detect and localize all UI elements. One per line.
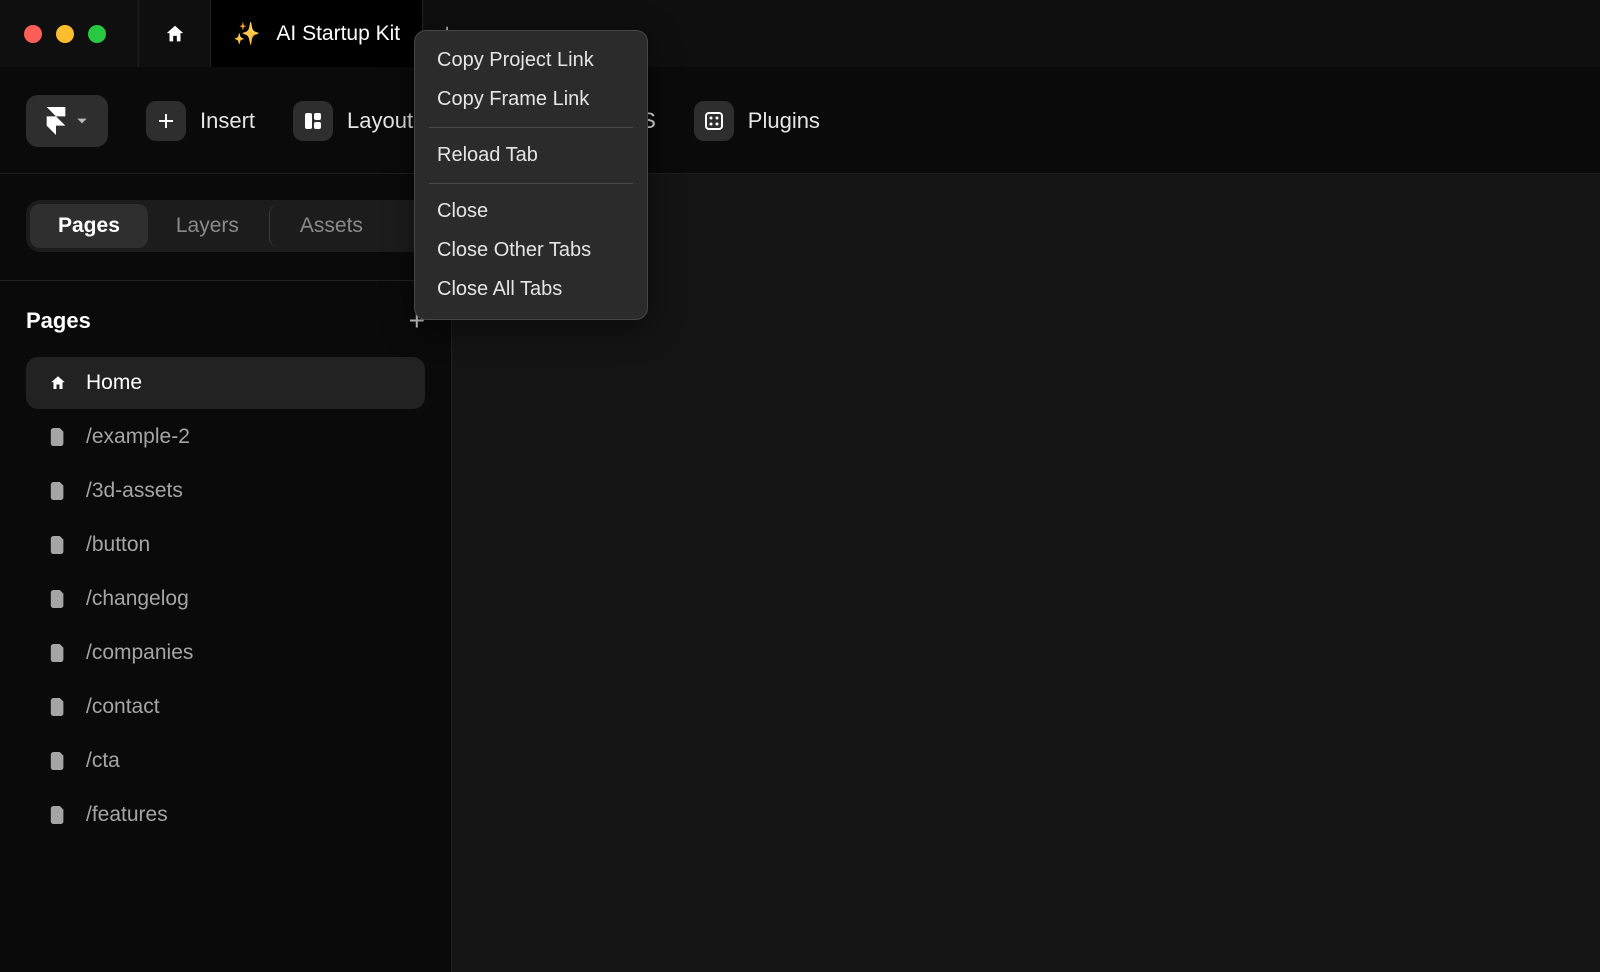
window-maximize-button[interactable] (88, 25, 106, 43)
page-item[interactable]: /companies (26, 627, 425, 679)
ctx-copy-project-link[interactable]: Copy Project Link (415, 41, 647, 80)
page-icon (48, 752, 68, 770)
plus-icon (156, 111, 176, 131)
page-item[interactable]: /contact (26, 681, 425, 733)
plugins-label: Plugins (748, 108, 820, 134)
page-icon (48, 590, 68, 608)
page-label: /example-2 (86, 425, 190, 449)
main-area: Pages Layers Assets Pages + Home /exampl… (0, 174, 1600, 972)
ctx-reload-tab[interactable]: Reload Tab (415, 136, 647, 175)
project-tab[interactable]: ✨ AI Startup Kit (210, 0, 423, 67)
page-icon (48, 536, 68, 554)
chevron-down-icon (75, 114, 89, 128)
page-icon (48, 698, 68, 716)
page-item-home[interactable]: Home (26, 357, 425, 409)
home-tab[interactable] (138, 0, 210, 67)
sidebar: Pages Layers Assets Pages + Home /exampl… (0, 174, 452, 972)
page-item[interactable]: /3d-assets (26, 465, 425, 517)
page-list: Home /example-2 /3d-assets /button /chan… (0, 351, 451, 841)
main-menu-button[interactable] (26, 95, 108, 147)
ctx-copy-frame-link[interactable]: Copy Frame Link (415, 80, 647, 119)
page-icon (48, 482, 68, 500)
sidebar-tabs: Pages Layers Assets (26, 200, 425, 252)
project-tab-label: AI Startup Kit (276, 22, 400, 46)
insert-button[interactable]: Insert (146, 101, 255, 141)
context-divider (429, 127, 633, 128)
window-close-button[interactable] (24, 25, 42, 43)
sidebar-tab-layers[interactable]: Layers (148, 204, 267, 248)
page-label: /cta (86, 749, 120, 773)
layout-label: Layout (347, 108, 413, 134)
ctx-close-other-tabs[interactable]: Close Other Tabs (415, 231, 647, 270)
layout-icon (303, 111, 323, 131)
ctx-close-all-tabs[interactable]: Close All Tabs (415, 270, 647, 309)
page-item[interactable]: /example-2 (26, 411, 425, 463)
page-label: /contact (86, 695, 160, 719)
plugins-icon (704, 111, 724, 131)
page-label: /button (86, 533, 150, 557)
page-label: /3d-assets (86, 479, 183, 503)
home-icon (164, 23, 186, 45)
page-label: Home (86, 371, 142, 395)
page-label: /companies (86, 641, 193, 665)
home-icon (48, 374, 68, 392)
context-divider (429, 183, 633, 184)
toolbar: Insert Layout S Plugins (0, 68, 1600, 174)
sidebar-tab-pages[interactable]: Pages (30, 204, 148, 248)
framer-logo-icon (45, 107, 67, 135)
sidebar-tab-assets[interactable]: Assets (269, 204, 391, 248)
page-item[interactable]: /button (26, 519, 425, 571)
page-label: /changelog (86, 587, 189, 611)
window-minimize-button[interactable] (56, 25, 74, 43)
page-item[interactable]: /features (26, 789, 425, 841)
page-item[interactable]: /cta (26, 735, 425, 787)
layout-button[interactable]: Layout (293, 101, 413, 141)
traffic-lights (0, 0, 138, 67)
titlebar: ✨ AI Startup Kit + (0, 0, 1600, 68)
page-icon (48, 806, 68, 824)
insert-label: Insert (200, 108, 255, 134)
sparkle-icon: ✨ (233, 21, 260, 47)
tab-context-menu: Copy Project Link Copy Frame Link Reload… (414, 30, 648, 320)
ctx-close[interactable]: Close (415, 192, 647, 231)
pages-title: Pages (26, 308, 91, 334)
plugins-button[interactable]: Plugins (694, 101, 820, 141)
page-item[interactable]: /changelog (26, 573, 425, 625)
pages-header: Pages + (0, 281, 451, 351)
page-icon (48, 428, 68, 446)
page-label: /features (86, 803, 168, 827)
page-icon (48, 644, 68, 662)
